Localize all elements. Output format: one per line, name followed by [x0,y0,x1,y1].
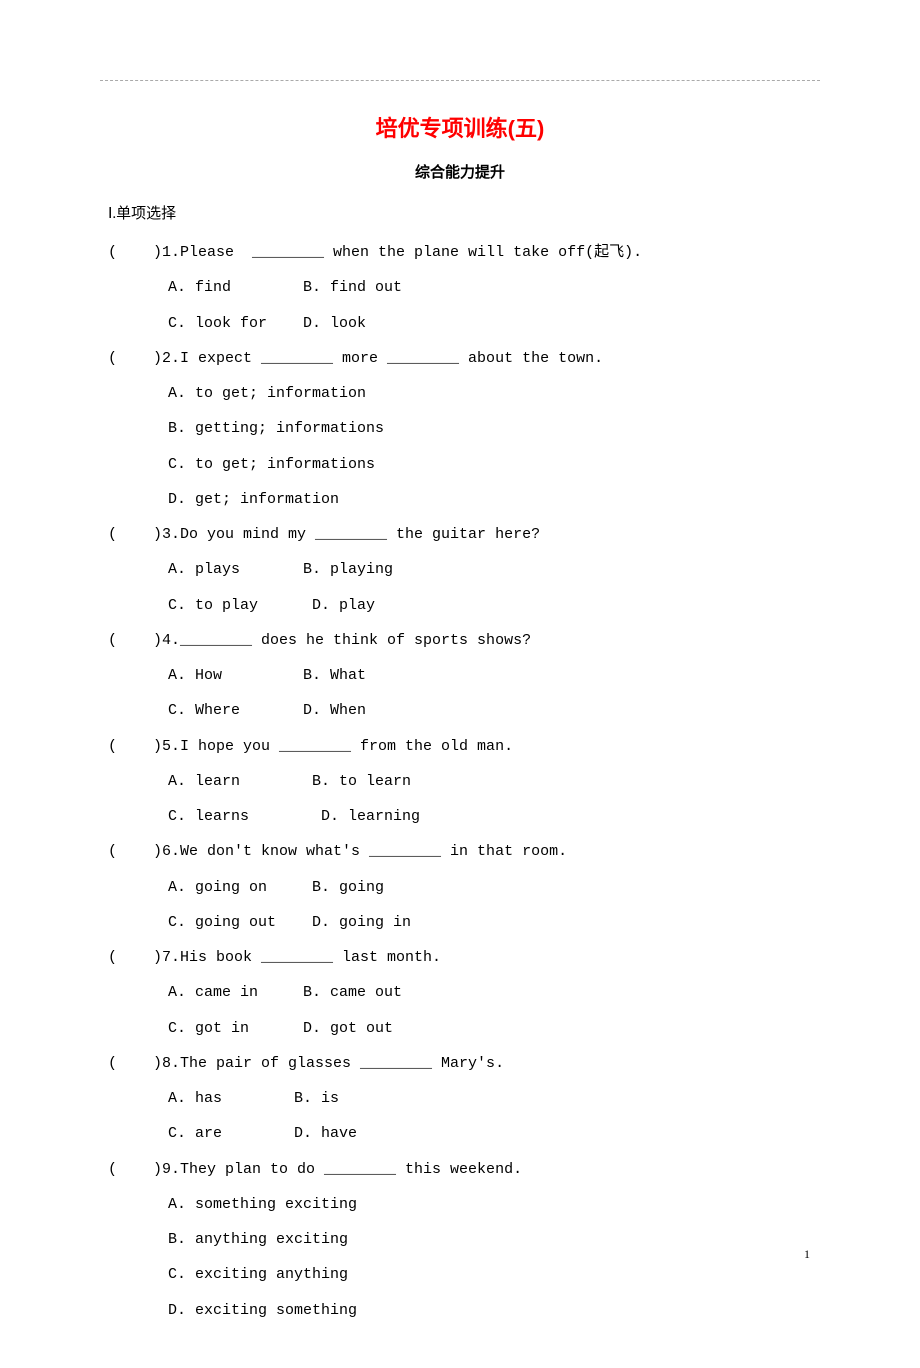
section-label: Ⅰ.单项选择 [108,202,820,223]
question-6: ( )6.We don't know what's ________ in th… [100,834,820,940]
top-divider [100,80,820,81]
question-options-row: A. came in B. came out [168,975,820,1010]
question-options-row: C. are D. have [168,1116,820,1151]
question-options-row: C. got in D. got out [168,1011,820,1046]
question-stem: ( )7.His book ________ last month. [108,940,820,975]
question-stem: ( )9.They plan to do ________ this weeke… [108,1152,820,1187]
question-options-row: A. learn B. to learn [168,764,820,799]
question-stem: ( )5.I hope you ________ from the old ma… [108,729,820,764]
page-number: 1 [804,1247,810,1262]
question-options-row: A. How B. What [168,658,820,693]
question-1: ( )1.Please ________ when the plane will… [100,235,820,341]
question-4: ( )4.________ does he think of sports sh… [100,623,820,729]
question-option: C. exciting anything [168,1257,820,1292]
question-option: D. exciting something [168,1293,820,1328]
question-7: ( )7.His book ________ last month. A. ca… [100,940,820,1046]
question-option: C. to get; informations [168,447,820,482]
question-8: ( )8.The pair of glasses ________ Mary's… [100,1046,820,1152]
question-options-row: A. going on B. going [168,870,820,905]
question-option: B. anything exciting [168,1222,820,1257]
question-5: ( )5.I hope you ________ from the old ma… [100,729,820,835]
question-3: ( )3.Do you mind my ________ the guitar … [100,517,820,623]
question-9: ( )9.They plan to do ________ this weeke… [100,1152,820,1328]
question-options-row: A. has B. is [168,1081,820,1116]
question-option: D. get; information [168,482,820,517]
question-2: ( )2.I expect ________ more ________ abo… [100,341,820,517]
question-option: A. something exciting [168,1187,820,1222]
page-subtitle: 综合能力提升 [100,161,820,182]
question-options-row: A. find B. find out [168,270,820,305]
question-options-row: A. plays B. playing [168,552,820,587]
question-options-row: C. look for D. look [168,306,820,341]
question-stem: ( )6.We don't know what's ________ in th… [108,834,820,869]
question-stem: ( )8.The pair of glasses ________ Mary's… [108,1046,820,1081]
question-stem: ( )3.Do you mind my ________ the guitar … [108,517,820,552]
question-options-row: C. to play D. play [168,588,820,623]
question-options-row: C. learns D. learning [168,799,820,834]
question-option: A. to get; information [168,376,820,411]
page-title: 培优专项训练(五) [100,111,820,143]
question-stem: ( )2.I expect ________ more ________ abo… [108,341,820,376]
question-stem: ( )1.Please ________ when the plane will… [108,235,820,270]
question-options-row: C. Where D. When [168,693,820,728]
question-stem: ( )4.________ does he think of sports sh… [108,623,820,658]
question-option: B. getting; informations [168,411,820,446]
question-options-row: C. going out D. going in [168,905,820,940]
